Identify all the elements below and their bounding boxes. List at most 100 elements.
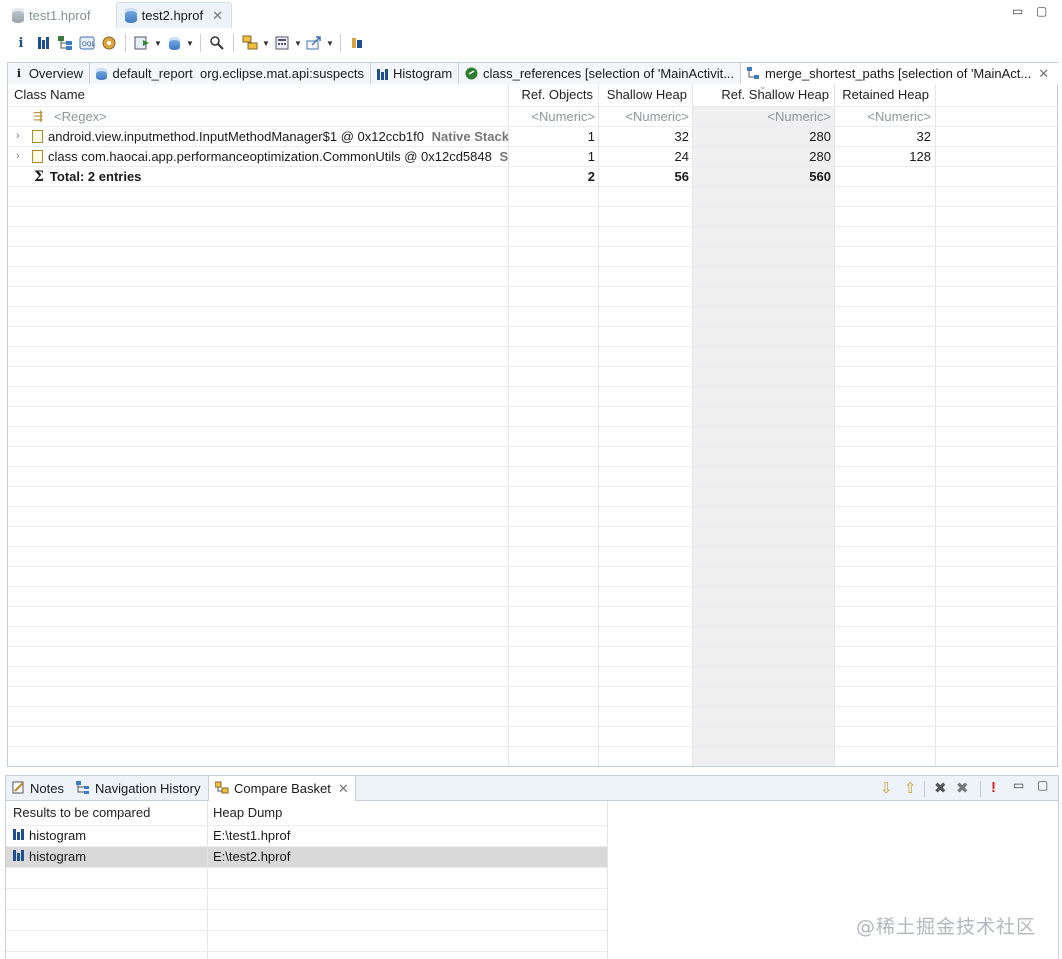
tab-label: class_references [selection of 'MainActi… (483, 66, 735, 81)
paths-icon (747, 67, 760, 80)
editor-tab-bar: test1.hprof test2.hprof ✕ ▭ ▢ (0, 0, 1062, 30)
tab-label: default_report org.eclipse.mat.api:suspe… (112, 66, 364, 81)
cell-ref-shallow-heap: 280 (809, 149, 831, 164)
remove-icon[interactable]: ✖ (934, 779, 947, 797)
watermark: @稀土掘金技术社区 (855, 916, 1036, 938)
cell-ref-shallow-heap: 280 (809, 129, 831, 144)
thread-overview-icon[interactable] (98, 32, 120, 54)
row-gridline (8, 606, 1057, 607)
object-name: android.view.inputmethod.InputMethodMana… (48, 129, 424, 144)
query-browser-icon[interactable] (163, 32, 185, 54)
chevron-down-icon[interactable]: ▼ (261, 39, 271, 48)
pin-icon[interactable] (346, 32, 368, 54)
tab-notes[interactable]: Notes (6, 776, 70, 801)
numeric-filter-input[interactable]: <Numeric> (598, 107, 689, 127)
chevron-down-icon[interactable]: ▼ (185, 39, 195, 48)
chevron-down-icon[interactable]: ▼ (325, 39, 335, 48)
minimize-icon[interactable]: ▭ (1013, 778, 1024, 792)
tab-navigation-history[interactable]: Navigation History (70, 776, 207, 801)
expand-arrow-icon[interactable]: › (16, 150, 20, 162)
move-up-icon[interactable]: ⇧ (904, 779, 917, 797)
basket-row-dump[interactable]: E:\test2.hprof (213, 847, 513, 867)
row-gridline (8, 206, 1057, 207)
editor-tab-label: test2.hprof (141, 8, 204, 23)
histogram-icon (13, 849, 24, 861)
tab-default-report[interactable]: default_report org.eclipse.mat.api:suspe… (90, 63, 371, 84)
column-header-retained-heap[interactable]: Retained Heap (834, 85, 929, 105)
numeric-filter-input[interactable]: <Numeric> (508, 107, 595, 127)
toolbar-separator (340, 34, 341, 52)
column-header-shallow-heap[interactable]: Shallow Heap (598, 85, 687, 105)
move-down-icon[interactable]: ⇩ (880, 779, 893, 797)
tab-overview[interactable]: i Overview (8, 63, 90, 84)
object-icon (32, 130, 43, 143)
compare-icon (214, 781, 229, 797)
row-gridline (6, 930, 607, 931)
row-gridline (8, 566, 1057, 567)
column-header-results[interactable]: Results to be compared (13, 803, 203, 823)
notes-icon (12, 781, 25, 797)
bottom-tab-bar: Notes Navigation History Compare Basket … (5, 775, 1059, 801)
info-icon[interactable]: i (10, 32, 32, 54)
basket-row-result[interactable]: histogram (13, 826, 203, 846)
row-gridline (8, 246, 1057, 247)
close-icon[interactable]: ✕ (338, 781, 349, 797)
table-row-class-name[interactable]: android.view.inputmethod.InputMethodMana… (32, 127, 508, 147)
chevron-down-icon[interactable]: ▼ (153, 39, 163, 48)
histogram-icon[interactable] (32, 32, 54, 54)
editor-tab-test2[interactable]: test2.hprof ✕ (116, 2, 232, 28)
cell-retained-heap: 32 (916, 129, 931, 144)
expand-arrow-icon[interactable]: › (16, 130, 20, 142)
remove-all-icon[interactable]: ✖ (956, 779, 969, 797)
find-object-icon[interactable] (206, 32, 228, 54)
minimize-icon[interactable]: ▭ (1012, 4, 1023, 18)
row-gridline (8, 306, 1057, 307)
sort-descending-icon: ⌄ (759, 84, 767, 91)
sigma-icon: Σ (34, 169, 44, 185)
heap-dump-icon (12, 7, 24, 23)
run-expert-system-icon[interactable] (131, 32, 153, 54)
gc-root-label: Native Stack (431, 129, 508, 144)
toolbar-separator (125, 34, 126, 52)
tab-compare-basket[interactable]: Compare Basket ✕ (208, 776, 356, 801)
basket-row-result[interactable]: histogram (13, 847, 203, 867)
tab-merge-shortest-paths[interactable]: merge_shortest_paths [selection of 'Main… (741, 63, 1059, 84)
row-gridline (6, 909, 607, 910)
close-icon[interactable]: ✕ (1038, 66, 1049, 82)
calculate-retained-icon[interactable] (271, 32, 293, 54)
export-icon[interactable] (303, 32, 325, 54)
row-gridline (6, 951, 607, 952)
row-gridline (8, 506, 1057, 507)
navigation-icon (76, 780, 90, 797)
numeric-filter-input[interactable]: <Numeric> (834, 107, 931, 127)
group-result-icon[interactable] (239, 32, 261, 54)
column-header-class-name[interactable]: Class Name (14, 85, 314, 105)
toolbar-separator (233, 34, 234, 52)
close-icon[interactable]: ✕ (212, 8, 223, 24)
tab-label: Histogram (393, 66, 453, 81)
regex-filter-input[interactable]: <Regex> (54, 107, 254, 127)
dominator-tree-icon[interactable] (54, 32, 76, 54)
heap-dump-icon (125, 8, 137, 23)
basket-row-dump[interactable]: E:\test1.hprof (213, 826, 513, 846)
chevron-down-icon[interactable]: ▼ (293, 39, 303, 48)
column-header-ref-objects[interactable]: Ref. Objects (508, 85, 593, 105)
tab-label: merge_shortest_paths [selection of 'Main… (765, 66, 1032, 81)
histogram-icon (377, 67, 388, 80)
table-row-class-name[interactable]: class com.haocai.app.performanceoptimiza… (32, 147, 508, 167)
oql-icon[interactable]: OQL (76, 32, 98, 54)
total-ref-objects: 2 (587, 169, 595, 184)
cell-retained-heap: 128 (909, 149, 931, 164)
maximize-icon[interactable]: ▢ (1037, 778, 1048, 792)
sorted-column-highlight (693, 106, 834, 766)
maximize-icon[interactable]: ▢ (1036, 4, 1047, 18)
total-shallow-heap: 56 (674, 169, 689, 184)
total-row-label: Σ Total: 2 entries (34, 167, 334, 187)
tab-class-references[interactable]: class_references [selection of 'MainActi… (459, 63, 741, 84)
report-icon (96, 67, 108, 80)
tab-histogram[interactable]: Histogram (371, 63, 459, 84)
compare-results-icon[interactable]: ! (991, 779, 996, 796)
numeric-filter-input[interactable]: <Numeric> (692, 107, 831, 127)
column-header-heap-dump[interactable]: Heap Dump (213, 803, 413, 823)
editor-tab-test1[interactable]: test1.hprof (4, 2, 98, 28)
